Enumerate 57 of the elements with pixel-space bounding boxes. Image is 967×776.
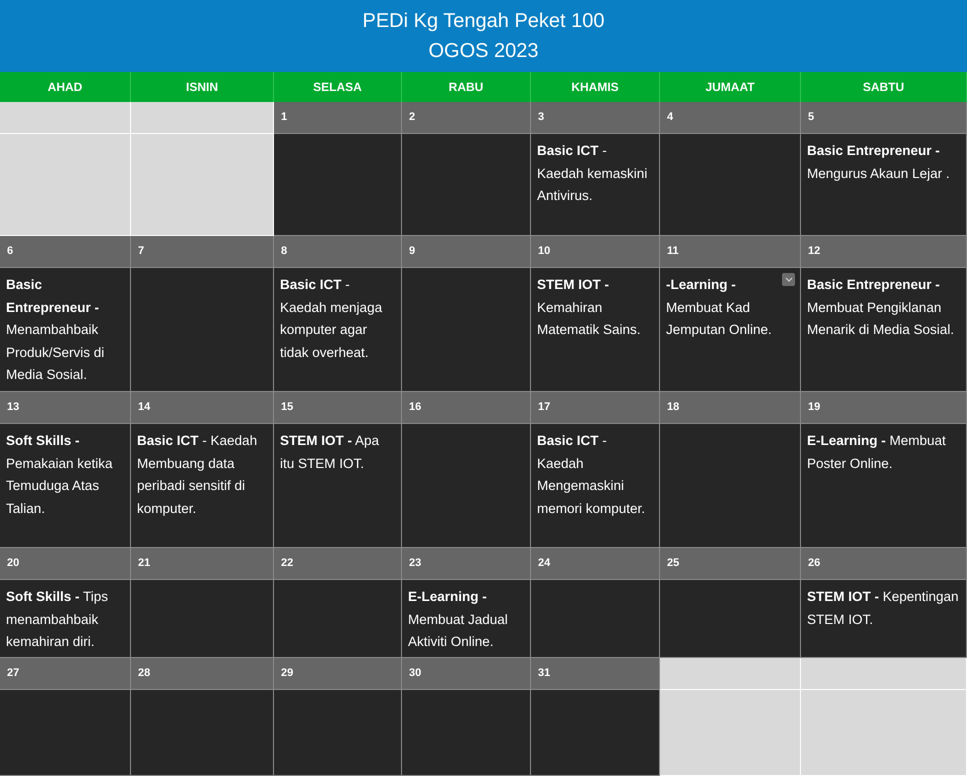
dropdown-button[interactable]	[782, 273, 795, 286]
date-number: 25	[667, 556, 680, 572]
date-number: 27	[7, 666, 20, 682]
month-label: OGOS 2023	[428, 39, 539, 64]
weekday-label: SABTU	[862, 79, 904, 96]
date-number: 9	[409, 244, 416, 260]
date-number: 24	[538, 556, 550, 572]
event-text: Basic Entrepreneur - Mengurus Akaun Lejar .	[807, 142, 951, 183]
event-text: Basic ICT - Kaedah menjaga komputer agar tidak overheat.	[280, 276, 384, 362]
date-number: 12	[808, 244, 820, 260]
date-number: 15	[281, 400, 294, 416]
event-text: STEM IOT - Apa itu STEM IOT.	[280, 432, 380, 472]
event-text: Basic ICT - Kaedah kemaskini Antivirus.	[537, 142, 648, 205]
weekday-label: JUMAAT	[705, 79, 755, 96]
date-number: 30	[409, 666, 422, 682]
date-number: 8	[281, 244, 288, 260]
event-text: Basic Entrepreneur - Membuat Pengiklanan Menarik di Media Sosial.	[807, 276, 956, 339]
weekday-label: SELASA	[313, 79, 362, 96]
date-number: 17	[538, 400, 550, 416]
event-text: Basic ICT - Kaedah Membuang data peribadi sensitif di komputer.	[137, 432, 258, 518]
weekday-label: ISNIN	[186, 79, 218, 96]
date-number: 21	[138, 556, 150, 572]
date-number: 7	[138, 244, 144, 260]
date-number: 3	[538, 110, 544, 126]
date-number: 6	[7, 244, 14, 260]
event-text: STEM IOT - Kepentingan STEM IOT.	[807, 588, 960, 628]
date-number: 10	[538, 244, 550, 260]
event-text: Basic ICT - Kaedah Mengemaskini memori komputer.	[537, 432, 646, 518]
date-number: 16	[409, 400, 422, 416]
date-number: 2	[409, 110, 416, 126]
event-text: STEM IOT - Kemahiran Matematik Sains.	[537, 276, 642, 339]
date-number: 26	[808, 556, 820, 572]
date-number: 31	[538, 666, 550, 682]
event-text: E-Learning - Membuat Poster Online.	[807, 432, 947, 472]
chevron-down-icon	[784, 277, 792, 282]
calendar-title: PEDi Kg Tengah Peket 100	[362, 9, 605, 34]
date-number: 19	[808, 400, 820, 416]
date-number: 23	[409, 556, 422, 572]
event-text: -Learning - Membuat Kad Jemputan Online.	[666, 276, 773, 339]
date-number: 4	[667, 110, 674, 126]
weekday-label: AHAD	[48, 79, 82, 96]
date-number: 28	[138, 666, 150, 682]
date-number: 13	[7, 400, 20, 416]
date-number: 22	[281, 556, 294, 572]
date-number: 5	[808, 110, 814, 126]
date-number: 20	[7, 556, 20, 572]
event-text: Soft Skills - Tips menambahbaik kemahiran diri.	[6, 588, 110, 651]
weekday-label: RABU	[448, 79, 484, 96]
date-number: 11	[667, 244, 679, 260]
event-text: E-Learning - Membuat Jadual Aktiviti Online.	[408, 588, 509, 651]
date-number: 18	[667, 400, 680, 416]
event-text: Soft Skills - Pemakaian ketika Temuduga Atas Talian.	[6, 432, 114, 518]
date-number: 14	[138, 400, 150, 416]
weekday-label: KHAMIS	[571, 79, 619, 96]
date-number: 29	[281, 666, 294, 682]
event-text: Basic Entrepreneur - Menambahbaik Produk/Servis di Media Sosial.	[6, 276, 106, 384]
date-number: 1	[281, 110, 288, 126]
